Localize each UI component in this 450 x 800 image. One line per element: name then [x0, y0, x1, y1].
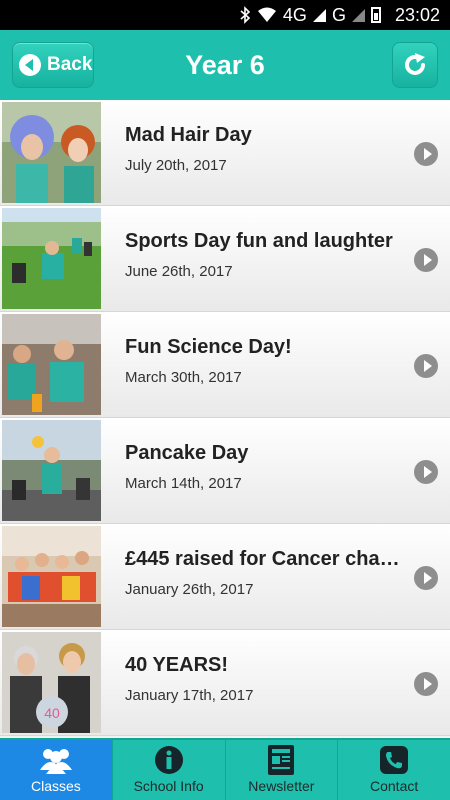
svg-text:40: 40	[44, 705, 60, 721]
chevron-right-icon	[414, 672, 438, 696]
item-title: Sports Day fun and laughter	[125, 230, 393, 252]
app-header: Year 6 Back	[0, 30, 450, 100]
item-title: 40 YEARS!	[125, 654, 229, 676]
tab-classes[interactable]: Classes	[0, 740, 113, 800]
tab-bar: Classes School Info Newsletter Contact	[0, 738, 450, 800]
phone-icon	[379, 744, 409, 776]
item-thumbnail	[2, 314, 101, 415]
back-arrow-icon	[19, 54, 41, 76]
item-date: June 26th, 2017	[125, 263, 233, 280]
list-item[interactable]: Fun Science Day! March 30th, 2017	[0, 312, 450, 418]
list-item[interactable]: 40 40 YEARS! January 17th, 2017	[0, 630, 450, 736]
chevron-right-icon	[414, 354, 438, 378]
tab-label: Newsletter	[248, 778, 315, 794]
chevron-right-icon	[414, 460, 438, 484]
list-item[interactable]: £445 raised for Cancer charity January 2…	[0, 524, 450, 630]
item-thumbnail: 40	[2, 632, 101, 733]
item-thumbnail	[2, 420, 101, 521]
chevron-right-icon	[414, 566, 438, 590]
item-date: July 20th, 2017	[125, 157, 227, 174]
item-title: £445 raised for Cancer charity	[125, 548, 406, 570]
back-button[interactable]: Back	[12, 42, 94, 88]
bluetooth-icon	[239, 6, 251, 24]
item-thumbnail	[2, 102, 101, 203]
chevron-right-icon	[414, 142, 438, 166]
tab-label: Classes	[30, 778, 81, 794]
network-type: 4G	[282, 4, 307, 25]
list-item[interactable]: Pancake Day March 14th, 2017	[0, 418, 450, 524]
signal-icon-2	[351, 8, 365, 22]
tab-contact[interactable]: Contact	[338, 740, 450, 800]
item-thumbnail	[2, 526, 101, 627]
list-item[interactable]: Mad Hair Day July 20th, 2017	[0, 100, 450, 206]
tab-newsletter[interactable]: Newsletter	[226, 740, 339, 800]
tab-school-info[interactable]: School Info	[113, 740, 226, 800]
news-list: Mad Hair Day July 20th, 2017 Sports Day …	[0, 100, 450, 738]
status-bar: 4G G 23:02	[0, 0, 450, 30]
item-date: January 17th, 2017	[125, 687, 254, 704]
clock: 23:02	[394, 4, 440, 25]
chevron-right-icon	[414, 248, 438, 272]
tab-label: Contact	[370, 778, 419, 794]
refresh-button[interactable]	[392, 42, 438, 88]
item-title: Pancake Day	[125, 442, 249, 464]
back-label: Back	[47, 54, 93, 75]
battery-icon	[370, 7, 381, 23]
people-icon	[38, 744, 74, 776]
item-date: March 30th, 2017	[125, 369, 242, 386]
tab-label: School Info	[133, 778, 204, 794]
wifi-icon	[257, 7, 277, 23]
item-date: January 26th, 2017	[125, 581, 254, 598]
item-thumbnail	[2, 208, 101, 309]
newsletter-icon	[266, 744, 296, 776]
item-title: Mad Hair Day	[125, 124, 252, 146]
refresh-icon	[405, 53, 425, 75]
item-date: March 14th, 2017	[125, 475, 242, 492]
list-item[interactable]: Sports Day fun and laughter June 26th, 2…	[0, 206, 450, 312]
network-type-2: G	[331, 4, 346, 25]
info-icon	[154, 744, 184, 776]
signal-icon	[312, 8, 326, 22]
item-title: Fun Science Day!	[125, 336, 292, 358]
